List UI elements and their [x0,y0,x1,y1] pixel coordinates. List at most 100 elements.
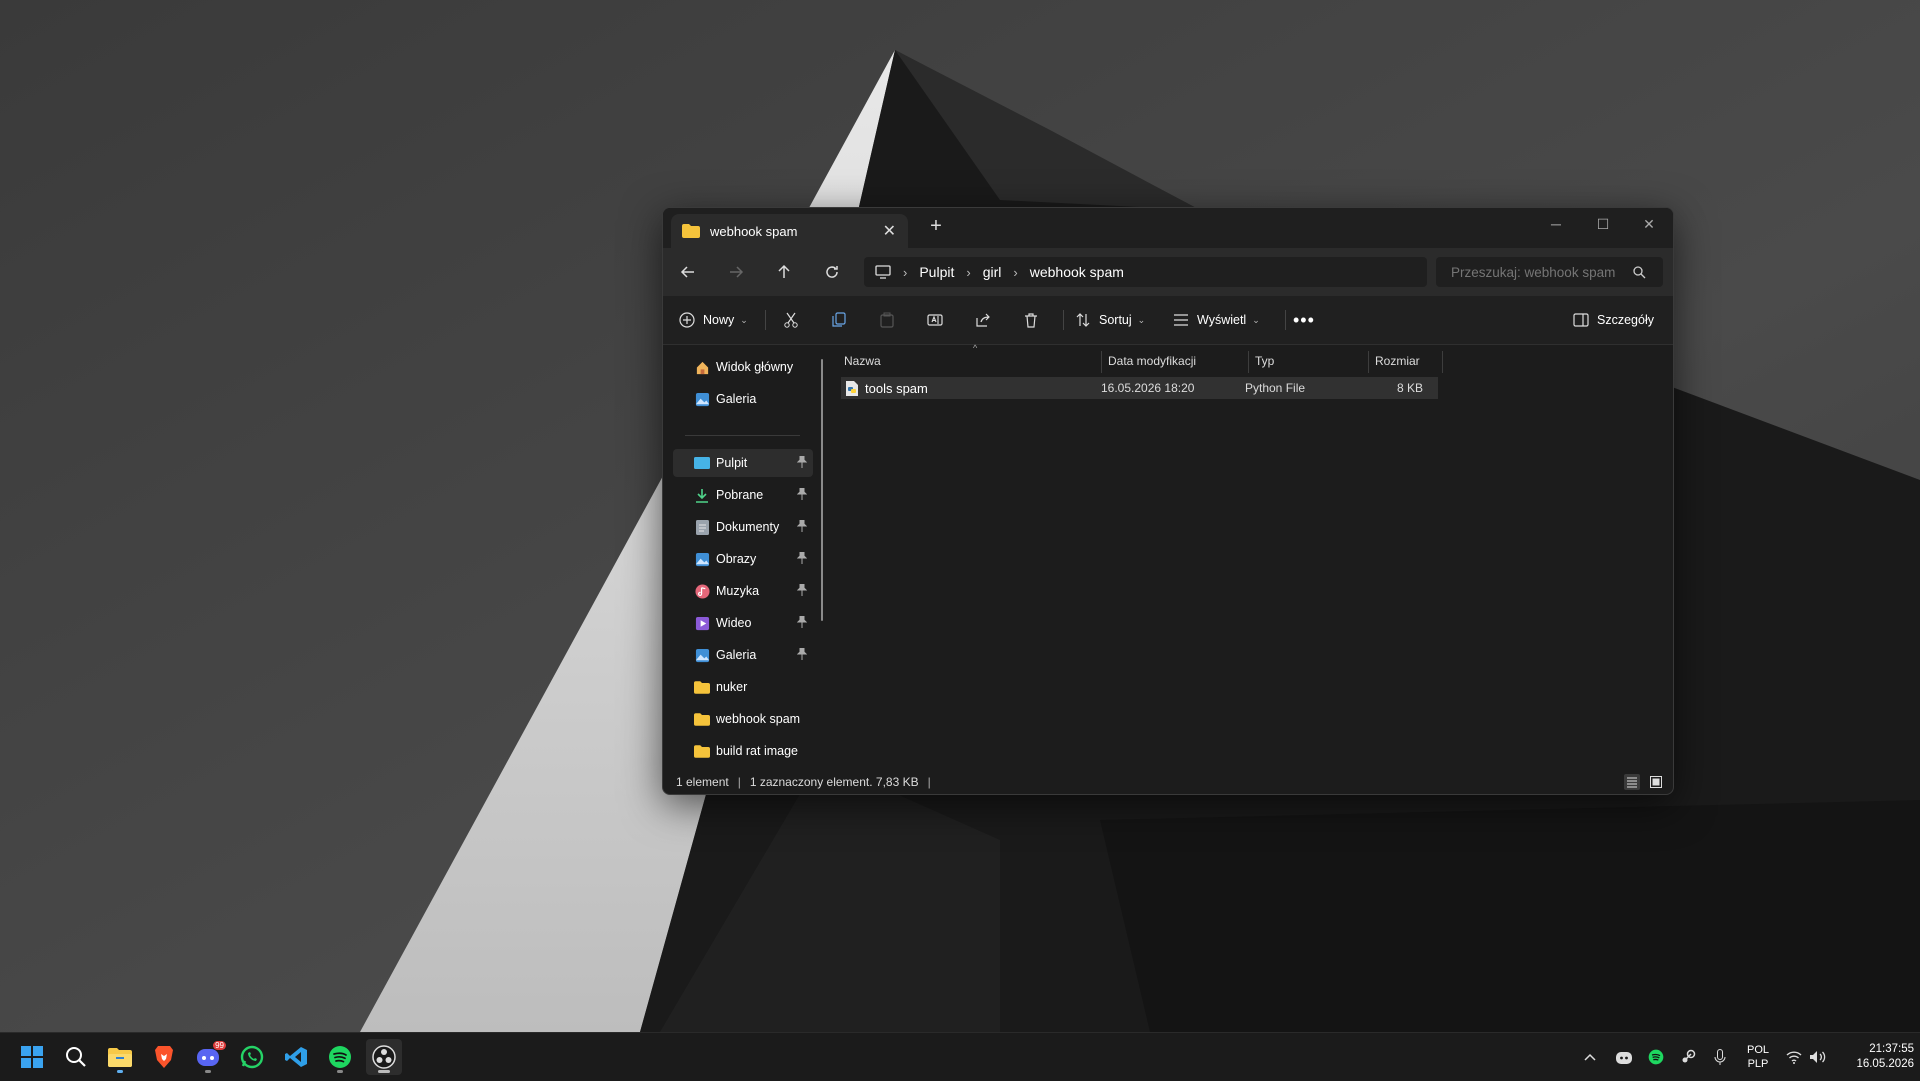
start-button[interactable] [14,1039,50,1075]
column-divider[interactable] [1101,351,1102,373]
rename-icon [927,314,943,326]
sidebar-item-galeria[interactable]: Galeria [673,641,813,669]
share-button[interactable] [975,304,991,336]
tray-spotify[interactable] [1646,1047,1666,1067]
speaker-icon [1810,1051,1826,1063]
details-view-icon [1627,777,1637,788]
column-label: Typ [1255,354,1275,368]
taskbar-obs[interactable] [366,1039,402,1075]
pictures-icon [694,551,710,567]
input-language-indicator[interactable]: POL PLP [1744,1043,1772,1071]
tiles-view-button[interactable] [1648,774,1664,790]
share-icon [976,313,990,327]
paste-button[interactable] [879,304,895,336]
search-input[interactable] [1449,263,1633,281]
close-window-button[interactable]: ✕ [1626,208,1672,240]
pin-icon[interactable] [796,615,808,631]
pin-icon[interactable] [796,455,808,471]
taskbar-file-explorer[interactable] [102,1039,138,1075]
sidebar-item-dokumenty[interactable]: Dokumenty [673,513,813,541]
chevron-down-icon: ⌄ [1252,314,1260,325]
column-header-name[interactable]: Nazwa [844,349,1084,373]
sidebar-item-nuker[interactable]: nuker [673,673,813,701]
sidebar-item-pulpit[interactable]: Pulpit [673,449,813,477]
address-bar[interactable]: › Pulpit › girl › webhook spam [864,257,1427,287]
new-tab-button[interactable]: + [924,215,948,238]
breadcrumb-pulpit[interactable]: Pulpit [919,264,954,280]
tray-steam[interactable] [1678,1047,1698,1067]
delete-button[interactable] [1023,304,1039,336]
sort-button[interactable]: Sortuj ⌄ [1075,304,1145,336]
column-header-modified[interactable]: Data modyfikacji [1108,349,1248,373]
sidebar-item-build-rat-image[interactable]: build rat image [673,737,813,765]
sidebar-item-obrazy[interactable]: Obrazy [673,545,813,573]
taskbar-search-button[interactable] [58,1039,94,1075]
arrow-right-icon [730,266,744,278]
python-file-icon [846,380,858,396]
taskbar-brave[interactable] [146,1039,182,1075]
breadcrumb-girl[interactable]: girl [983,264,1002,280]
up-button[interactable] [768,256,800,288]
column-divider[interactable] [1248,351,1249,373]
trash-icon [1025,313,1037,328]
view-list-icon [1174,314,1188,326]
download-icon [694,487,710,503]
sidebar-item-wideo[interactable]: Wideo [673,609,813,637]
pin-icon[interactable] [796,519,808,535]
sidebar-item-label: Galeria [716,648,757,662]
refresh-button[interactable] [816,256,848,288]
taskbar-discord[interactable]: 99 [190,1039,226,1075]
tray-volume[interactable] [1808,1047,1828,1067]
show-hidden-icons-button[interactable] [1580,1047,1600,1067]
search-box[interactable] [1436,257,1663,287]
cut-button[interactable] [783,304,799,336]
file-row[interactable]: tools spam 16.05.2026 18:20 Python File … [841,377,1438,399]
taskbar-spotify[interactable] [322,1039,358,1075]
view-button[interactable]: Wyświetl ⌄ [1173,304,1260,336]
taskbar-vscode[interactable] [278,1039,314,1075]
sidebar-item-muzyka[interactable]: Muzyka [673,577,813,605]
sidebar-divider [685,435,800,436]
details-pane-button[interactable]: Szczegóły [1573,304,1654,336]
taskbar-whatsapp[interactable] [234,1039,270,1075]
title-bar: webhook spam ✕ + ─ ☐ ✕ [663,208,1673,248]
sidebar-scrollbar[interactable] [821,359,823,621]
clock[interactable]: 21:37:55 16.05.2026 [1838,1042,1914,1072]
pin-icon[interactable] [796,487,808,503]
details-pane-icon [1573,313,1589,327]
column-divider[interactable] [1368,351,1369,373]
sidebar-item-webhook-spam[interactable]: webhook spam [673,705,813,733]
sidebar-item-gallery[interactable]: Galeria [673,385,813,413]
back-button[interactable] [672,256,704,288]
tab-webhook-spam[interactable]: webhook spam ✕ [671,214,908,248]
sidebar-item-pobrane[interactable]: Pobrane [673,481,813,509]
obs-icon [372,1045,396,1069]
sidebar-item-label: Wideo [716,616,752,630]
rename-button[interactable] [927,304,943,336]
sidebar-item-label: Pulpit [716,456,748,470]
pin-icon[interactable] [796,583,808,599]
close-tab-icon[interactable]: ✕ [883,221,896,241]
sidebar-item-label: Dokumenty [716,520,780,534]
details-view-button[interactable] [1624,774,1640,790]
column-header-type[interactable]: Typ [1255,349,1365,373]
pin-icon[interactable] [796,647,808,663]
tray-discord[interactable] [1614,1047,1634,1067]
column-header-size[interactable]: Rozmiar [1375,349,1435,373]
forward-button[interactable] [720,256,752,288]
maximize-button[interactable]: ☐ [1580,208,1626,240]
toolbar-divider [765,310,766,330]
breadcrumb-webhook-spam[interactable]: webhook spam [1030,264,1124,280]
whatsapp-icon [240,1045,264,1069]
minimize-button[interactable]: ─ [1533,208,1579,240]
new-button[interactable]: Nowy ⌄ [679,304,748,336]
status-divider: | [927,775,931,789]
tray-network[interactable] [1784,1047,1804,1067]
tray-microphone[interactable] [1710,1047,1730,1067]
more-options-button[interactable]: ••• [1293,304,1315,336]
column-divider[interactable] [1442,351,1443,373]
sidebar-item-home[interactable]: Widok główny [673,353,813,381]
spotify-icon [329,1046,351,1068]
copy-button[interactable] [831,304,847,336]
pin-icon[interactable] [796,551,808,567]
